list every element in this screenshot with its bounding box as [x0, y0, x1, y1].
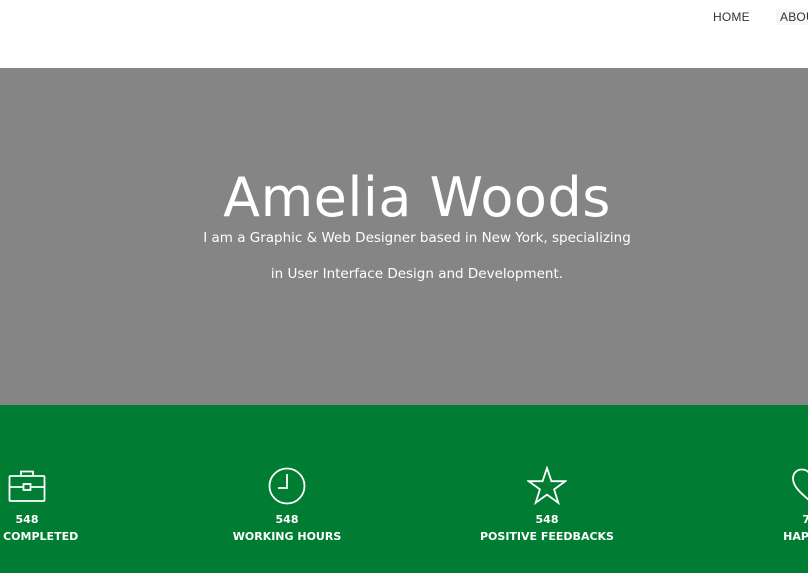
hero-tagline-line-2: in User Interface Design and Development… — [270, 266, 564, 282]
stat-happy-clients: 73 HAPPY C — [690, 405, 808, 573]
clock-icon — [268, 467, 306, 505]
stat-projects-completed: 548 CTS COMPLETED — [0, 405, 147, 573]
hero-name-heading: Amelia Woods — [223, 166, 611, 229]
stat-label: CTS COMPLETED — [0, 530, 79, 543]
stat-label: HAPPY C — [783, 530, 808, 543]
stat-value: 548 — [535, 513, 559, 526]
briefcase-icon — [8, 470, 46, 502]
stat-label: WORKING HOURS — [232, 530, 342, 543]
hero-tagline-line-1: I am a Graphic & Web Designer based in N… — [203, 230, 631, 246]
nav-home-link[interactable]: HOME — [713, 9, 750, 25]
stat-value: 548 — [15, 513, 39, 526]
stat-value: 73 — [802, 513, 808, 526]
stats-section: 548 CTS COMPLETED 548 WORKING HOURS 548 … — [0, 405, 808, 573]
star-icon — [527, 466, 567, 506]
stat-working-hours: 548 WORKING HOURS — [167, 405, 407, 573]
nav-about-link[interactable]: ABOU — [776, 9, 808, 25]
stat-label: POSITIVE FEEDBACKS — [480, 530, 614, 543]
stat-positive-feedbacks: 548 POSITIVE FEEDBACKS — [427, 405, 667, 573]
hero-section: Amelia Woods I am a Graphic & Web Design… — [0, 68, 808, 405]
stat-value: 548 — [275, 513, 299, 526]
top-navigation-bar: HOME ABOU — [0, 0, 808, 68]
heart-icon — [792, 468, 808, 501]
page-bottom-edge — [0, 573, 808, 577]
